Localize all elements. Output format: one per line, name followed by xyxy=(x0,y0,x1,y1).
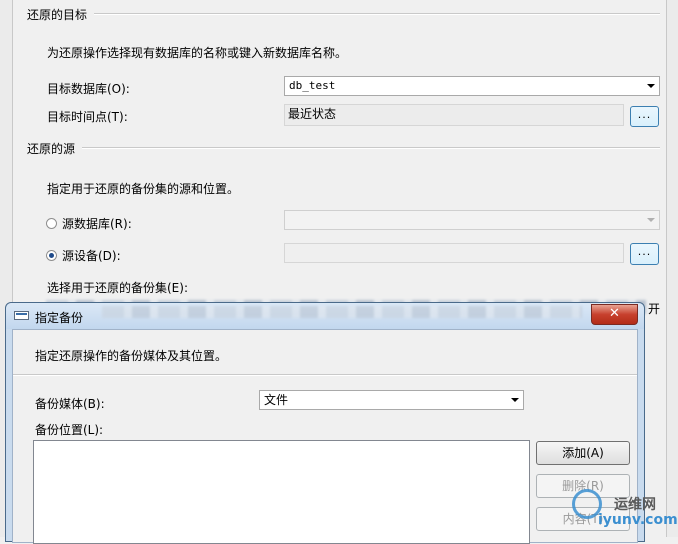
source-device-field xyxy=(284,243,624,263)
add-button[interactable]: 添加(A) xyxy=(536,441,630,465)
target-time-field: 最近状态 xyxy=(284,104,624,126)
dialog-divider xyxy=(13,374,637,376)
source-database-radio[interactable] xyxy=(46,218,57,229)
backup-set-label: 选择用于还原的备份集(E): xyxy=(47,281,188,295)
chevron-down-icon xyxy=(647,84,655,88)
backup-location-label: 备份位置(L): xyxy=(35,423,104,437)
target-database-value: db_test xyxy=(289,79,336,92)
backup-set-partial-text: 开 xyxy=(648,302,661,316)
restore-source-description: 指定用于还原的备份集的源和位置。 xyxy=(47,182,240,196)
dialog-title-glass xyxy=(102,306,582,318)
source-device-browse-button[interactable]: ... xyxy=(630,243,659,265)
restore-target-divider xyxy=(94,13,660,15)
specify-backup-dialog: 指定备份 ✕ 指定还原操作的备份媒体及其位置。 备份媒体(B): 文件 备份位置… xyxy=(5,302,645,544)
close-button[interactable]: ✕ xyxy=(591,304,638,325)
window-icon-bar xyxy=(16,313,27,315)
source-device-radio[interactable] xyxy=(46,250,57,261)
watermark-line1: 运维网 xyxy=(614,497,656,513)
backup-media-label: 备份媒体(B): xyxy=(35,397,105,411)
chevron-down-icon xyxy=(511,398,519,402)
right-panel-edge xyxy=(666,0,678,537)
backup-media-value: 文件 xyxy=(264,393,289,407)
backup-location-list[interactable] xyxy=(33,440,530,544)
dialog-description: 指定还原操作的备份媒体及其位置。 xyxy=(35,349,228,363)
dialog-title: 指定备份 xyxy=(35,311,84,325)
target-time-browse-button[interactable]: ... xyxy=(630,106,659,127)
watermark-line2: iyunv.com xyxy=(598,512,678,528)
source-database-combo[interactable] xyxy=(284,210,660,230)
source-database-label: 源数据库(R): xyxy=(62,217,132,231)
dialog-titlebar[interactable]: 指定备份 ✕ xyxy=(6,303,644,329)
chevron-down-icon xyxy=(647,218,655,222)
restore-source-title: 还原的源 xyxy=(27,142,76,156)
restore-target-description: 为还原操作选择现有数据库的名称或键入新数据库名称。 xyxy=(47,46,348,60)
restore-source-divider xyxy=(82,147,660,149)
close-icon: ✕ xyxy=(609,306,620,321)
source-device-label: 源设备(D): xyxy=(62,249,121,263)
dialog-client-area: 指定还原操作的备份媒体及其位置。 备份媒体(B): 文件 备份位置(L): 添加… xyxy=(12,329,638,544)
restore-target-title: 还原的目标 xyxy=(27,8,88,22)
backup-media-combo[interactable]: 文件 xyxy=(259,390,524,410)
target-time-label: 目标时间点(T): xyxy=(47,110,128,124)
target-database-label: 目标数据库(O): xyxy=(47,82,130,96)
window-icon xyxy=(14,311,29,320)
target-database-combo[interactable]: db_test xyxy=(284,76,660,96)
